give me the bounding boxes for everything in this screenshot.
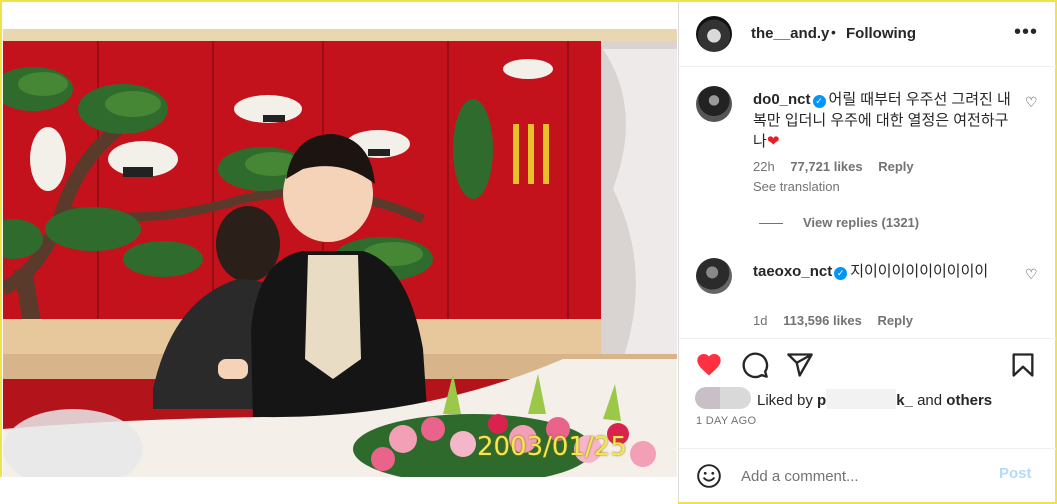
photo-illustration [3,29,677,477]
reply-button[interactable]: Reply [878,313,913,328]
heart-filled-icon[interactable] [695,351,723,379]
post-actions: Liked by p k_ and others 1 DAY AGO [679,338,1056,448]
reply-button[interactable]: Reply [878,159,913,174]
comment-time: 22h [753,159,775,174]
add-comment-bar: Post [679,448,1056,502]
view-replies-button[interactable]: View replies (1321) [759,215,919,230]
liked-by-user[interactable]: p k_ [817,389,913,409]
commenter-avatar[interactable] [696,86,732,122]
photo-date-stamp: 2003/01/25 [477,432,627,462]
post-side-panel: the__and.y • Following ••• do0_nct ✓ 어릴 때부… [678,2,1056,502]
bookmark-icon[interactable] [1009,351,1037,379]
liked-by-name-start: p [817,392,827,409]
commenter-avatar[interactable] [696,258,732,294]
liked-by-and: and [917,392,943,409]
header-separator: • [831,24,836,40]
comment-username[interactable]: taeoxo_nct [753,263,832,280]
see-translation-link[interactable]: See translation [753,179,840,194]
red-heart-emoji: ❤ [766,133,780,150]
share-icon[interactable] [786,351,814,379]
more-options-icon[interactable]: ••• [1014,22,1038,42]
liked-by-text: Liked by p k_ and others [757,389,992,409]
post-photo[interactable]: 2003/01/25 [3,29,677,477]
verified-badge-icon: ✓ [812,95,826,108]
comment-icon[interactable] [741,351,769,379]
author-avatar[interactable] [696,16,732,52]
comment-username[interactable]: do0_nct [753,91,811,108]
comment-body: do0_nct ✓ 어릴 때부터 우주선 그려진 내복만 입더니 우주에 대한 열정… [753,89,1015,152]
comment-likes[interactable]: 113,596 likes [783,313,862,328]
emoji-smile-icon[interactable] [696,463,722,489]
liked-by-prefix: Liked by [757,392,813,409]
comment-body: taeoxo_nct ✓ 지이이이이이이이이이 [753,261,1015,282]
comment-likes[interactable]: 77,721 likes [790,159,862,174]
liked-by-avatars [695,387,751,409]
post-header: the__and.y • Following ••• [679,2,1056,67]
comment-meta: 1d 113,596 likes Reply [753,313,925,328]
verified-badge-icon: ✓ [834,267,848,280]
replies-divider [759,223,783,225]
author-username[interactable]: the__and.y [751,25,829,42]
add-comment-input[interactable] [741,465,981,487]
comments-list: do0_nct ✓ 어릴 때부터 우주선 그려진 내복만 입더니 우주에 대한 열정… [679,68,1056,338]
view-replies-label: View replies (1321) [803,215,920,230]
comment-time: 1d [753,313,768,328]
following-button[interactable]: Following [846,25,916,42]
comment-like-heart-icon[interactable]: ♡ [1025,266,1038,283]
post-date: 1 DAY AGO [696,415,757,427]
liked-by-name-end: k_ [896,392,913,409]
post-comment-button[interactable]: Post [999,465,1032,482]
comment-like-heart-icon[interactable]: ♡ [1025,94,1038,111]
photo-bottom-bar [0,477,678,504]
liked-by-others[interactable]: others [946,392,992,409]
redacted-name-block [826,389,897,409]
comment-text: 지이이이이이이이이이 [850,263,989,280]
comment-meta: 22h 77,721 likes Reply [753,159,926,174]
